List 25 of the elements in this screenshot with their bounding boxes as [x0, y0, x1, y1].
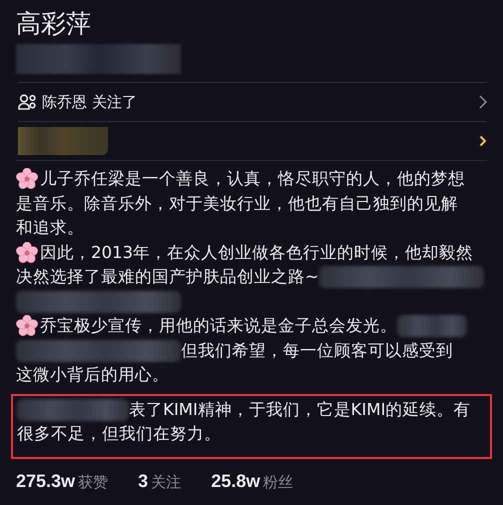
bio-text: 这微小背后的用心。	[16, 364, 169, 386]
stat-value: 25.8w	[211, 470, 260, 492]
flower-icon	[16, 168, 38, 190]
bio-text: 因此，2013年，在众人创业做各色行业的时候，他却毅然	[40, 242, 473, 264]
stat-label[interactable]: 关注	[151, 472, 182, 492]
stat-value: 3	[138, 470, 148, 492]
blurred-redaction	[397, 315, 467, 338]
stat-label[interactable]: 粉丝	[263, 472, 294, 492]
people-icon	[18, 94, 37, 110]
bio-text: 决然选择了最难的国产护肤品创业之路~	[16, 266, 319, 288]
stat-value: 275.3w	[16, 470, 76, 492]
bio-text: 表了KIMI精神，于我们，它是KIMI的延续。有	[129, 398, 471, 420]
bio-text: 但我们希望，每一位顾客可以感受到	[181, 340, 453, 362]
flower-icon	[16, 242, 38, 264]
chevron-right-icon[interactable]	[479, 95, 487, 109]
chevron-right-icon[interactable]	[479, 135, 487, 147]
follow-text[interactable]: 陈乔恩 关注了	[42, 92, 137, 112]
bio-text: 儿子乔任梁是一个善良，认真，恪尽职守的人，他的梦想	[40, 168, 465, 190]
bio-text: 是音乐。除音乐外，对于美妆行业，他也有自己独到的见解	[16, 192, 458, 214]
bio-text: 和追求。	[16, 217, 84, 239]
flower-icon	[16, 315, 38, 338]
bio-text: 很多不足，但我们在努力。	[17, 423, 221, 445]
stat-label[interactable]: 获赞	[78, 472, 108, 492]
bio-text: 乔宝极少宣传，用他的话来说是金子总会发光。	[40, 315, 397, 337]
profile-name: 高彩萍	[16, 8, 92, 40]
